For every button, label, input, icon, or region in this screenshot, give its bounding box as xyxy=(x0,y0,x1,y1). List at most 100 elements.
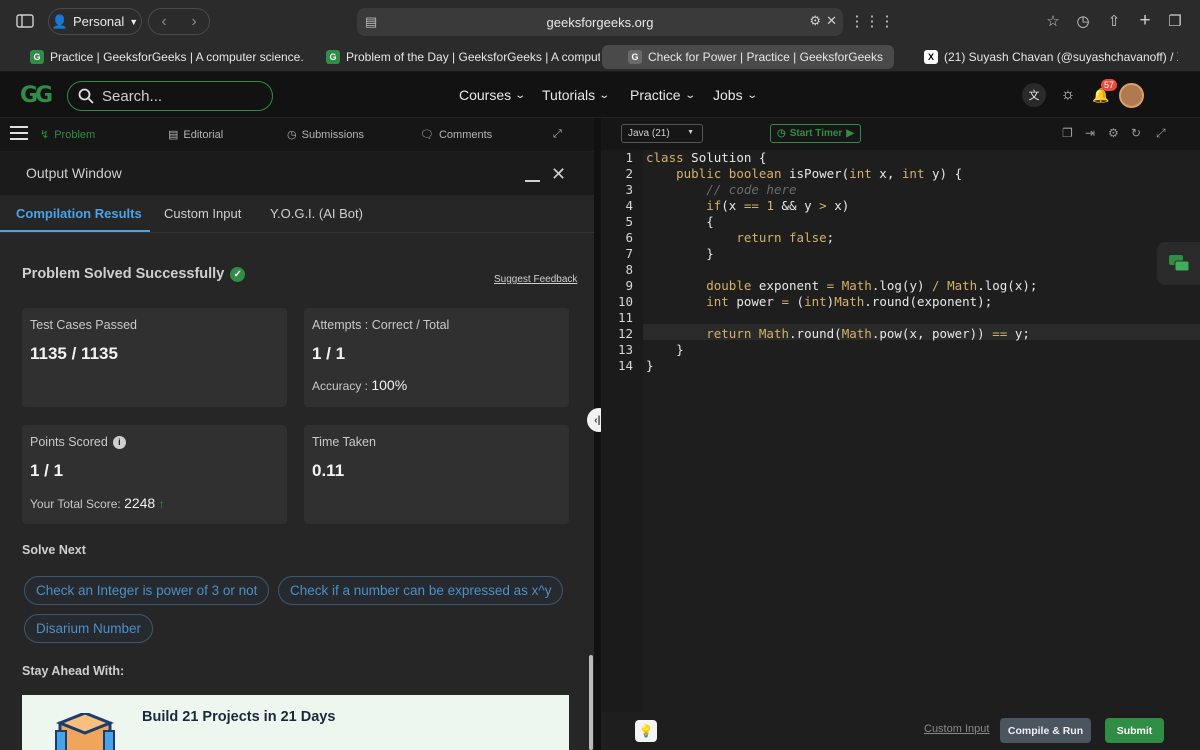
chat-icon[interactable] xyxy=(1157,242,1200,285)
share-icon[interactable]: ⇧ xyxy=(1104,8,1124,34)
status-text: Problem Solved Successfully xyxy=(22,266,225,282)
code-token: == xyxy=(992,326,1008,341)
custom-input-link[interactable]: Custom Input xyxy=(924,723,989,735)
start-timer-button[interactable]: ◷ Start Timer ▶ xyxy=(770,124,861,143)
reset-icon[interactable]: ↻ xyxy=(1131,126,1141,140)
gfg-logo-icon[interactable]: GG xyxy=(20,83,53,108)
tab-practice[interactable]: G Practice | GeeksforGeeks | A computer … xyxy=(24,45,304,69)
code-line[interactable]: double exponent = Math.log(y) / Math.log… xyxy=(646,278,1037,293)
close-icon[interactable]: ✕ xyxy=(826,13,837,29)
code-line[interactable]: if(x == 1 && y > x) xyxy=(646,198,849,213)
expand-icon[interactable]: ⤢ xyxy=(553,128,562,141)
output-title: Output Window xyxy=(26,165,122,181)
nav-jobs[interactable]: Jobs ⌄ xyxy=(713,87,758,103)
code-line[interactable]: public boolean isPower(int x, int y) { xyxy=(646,166,962,181)
chevron-down-icon: ▼ xyxy=(129,16,139,27)
tab-title: Practice | GeeksforGeeks | A computer sc… xyxy=(50,50,304,64)
tab-label: Problem xyxy=(54,128,96,141)
output-scrollbar[interactable] xyxy=(589,655,593,750)
forward-icon[interactable]: › xyxy=(191,13,196,31)
minimize-icon[interactable] xyxy=(525,180,540,182)
tab-custom-input[interactable]: Custom Input xyxy=(164,206,241,221)
fullscreen-icon[interactable]: ⤢ xyxy=(1156,126,1166,141)
line-number: 10 xyxy=(617,294,633,309)
code-token: int xyxy=(901,166,925,181)
import-icon[interactable]: ⇥ xyxy=(1085,126,1095,140)
test-cases-value: 1135 / 1135 xyxy=(30,344,118,363)
star-icon[interactable]: ☆ xyxy=(1043,8,1063,34)
time-value: 0.11 xyxy=(312,461,345,480)
tab-editorial[interactable]: ▤ Editorial xyxy=(168,128,223,142)
nav-tutorials[interactable]: Tutorials ⌄ xyxy=(542,87,610,103)
code-line[interactable]: { xyxy=(646,214,714,229)
tab-problem-of-the-day[interactable]: G Problem of the Day | GeeksforGeeks | A… xyxy=(320,45,600,69)
code-token: double xyxy=(706,278,752,293)
nav-label: Jobs xyxy=(713,87,743,103)
stay-ahead-heading: Stay Ahead With: xyxy=(22,664,125,678)
profile-button[interactable]: 👤 Personal ▼ xyxy=(48,8,142,35)
code-line[interactable]: } xyxy=(646,342,684,357)
nav-courses[interactable]: Courses ⌄ xyxy=(459,87,526,103)
compile-run-button[interactable]: Compile & Run xyxy=(1000,718,1091,743)
address-bar[interactable]: ▤ geeksforgeeks.org ⚙ ✕ xyxy=(357,8,843,36)
submit-button[interactable]: Submit xyxy=(1105,718,1164,743)
code-line[interactable]: return false; xyxy=(646,230,834,245)
profile-label: Personal xyxy=(72,14,125,29)
pane-splitter[interactable] xyxy=(594,118,601,750)
tab-submissions[interactable]: ◷ Submissions xyxy=(287,128,364,142)
chevron-down-icon: ⌄ xyxy=(683,89,696,101)
tab-comments[interactable]: 🗨 Comments xyxy=(420,128,492,142)
close-icon[interactable]: ✕ xyxy=(551,164,566,185)
language-select[interactable]: Java (21) ▼ xyxy=(621,124,703,143)
lightbulb-icon[interactable]: 💡 xyxy=(635,720,657,742)
code-line[interactable]: } xyxy=(646,246,714,261)
history-icon[interactable]: ◷ xyxy=(1073,8,1093,34)
search-input[interactable]: Search... xyxy=(67,81,273,111)
tab-check-for-power[interactable]: G Check for Power | Practice | GeeksforG… xyxy=(602,45,894,69)
solve-next-chip[interactable]: Disarium Number xyxy=(24,614,154,643)
test-cases-card: Test Cases Passed 1135 / 1135 xyxy=(22,308,287,407)
code-token: .round(exponent); xyxy=(864,294,993,309)
tab-overview-icon[interactable]: ❐ xyxy=(1165,8,1185,34)
tab-x-profile[interactable]: X (21) Suyash Chavan (@suyashchavanoff) … xyxy=(918,45,1178,69)
solve-next-chip[interactable]: Check an Integer is power of 3 or not xyxy=(24,576,270,605)
tab-problem[interactable]: ↯ Problem xyxy=(40,128,96,142)
sidebar-toggle-icon[interactable] xyxy=(14,8,36,34)
code-line[interactable]: return Math.round(Math.pow(x, power)) ==… xyxy=(646,326,1030,341)
apps-grid-icon[interactable]: ⋮⋮⋮ xyxy=(850,8,895,34)
code-token: / xyxy=(932,278,940,293)
attempts-value: 1 / 1 xyxy=(312,344,346,363)
code-line[interactable]: // code here xyxy=(646,182,796,197)
avatar[interactable] xyxy=(1119,83,1144,108)
tab-yogi-ai-bot[interactable]: Y.O.G.I. (AI Bot) xyxy=(270,206,363,221)
code-line[interactable]: int power = (int)Math.round(exponent); xyxy=(646,294,992,309)
accuracy-label: Accuracy : xyxy=(312,379,369,393)
tab-compilation-results[interactable]: Compilation Results xyxy=(16,206,142,221)
new-tab-icon[interactable]: + xyxy=(1135,8,1155,34)
hamburger-menu-icon[interactable] xyxy=(10,125,28,146)
line-number: 9 xyxy=(625,278,633,293)
promo-banner[interactable]: Build 21 Projects in 21 Days xyxy=(22,695,569,750)
theme-toggle-icon[interactable]: ☼ xyxy=(1056,83,1080,107)
nav-practice[interactable]: Practice ⌄ xyxy=(630,87,696,103)
site-settings-icon[interactable]: ▤ xyxy=(365,14,377,30)
code-editor[interactable]: 1 2 3 4 5 6 7 8 9 10 11 12 13 14 class S… xyxy=(601,150,1200,712)
back-icon[interactable]: ‹ xyxy=(161,13,166,31)
suggest-feedback-link[interactable]: Suggest Feedback xyxy=(494,274,577,285)
info-icon[interactable]: i xyxy=(112,435,126,449)
translate-icon[interactable]: ⚙ xyxy=(809,13,821,29)
tab-title: (21) Suyash Chavan (@suyashchavanoff) / … xyxy=(944,50,1178,64)
copy-icon[interactable]: ❐ xyxy=(1062,126,1073,140)
settings-gear-icon[interactable]: ⚙ xyxy=(1108,126,1119,140)
code-line[interactable]: class Solution { xyxy=(646,150,766,165)
code-line[interactable]: } xyxy=(646,358,654,373)
solve-next-chip[interactable]: Check if a number can be expressed as x^… xyxy=(278,576,564,605)
translate-icon[interactable]: 文 xyxy=(1022,83,1046,107)
line-number: 11 xyxy=(617,310,633,325)
code-token: public boolean xyxy=(676,166,782,181)
points-label: Points Scored xyxy=(30,435,108,449)
